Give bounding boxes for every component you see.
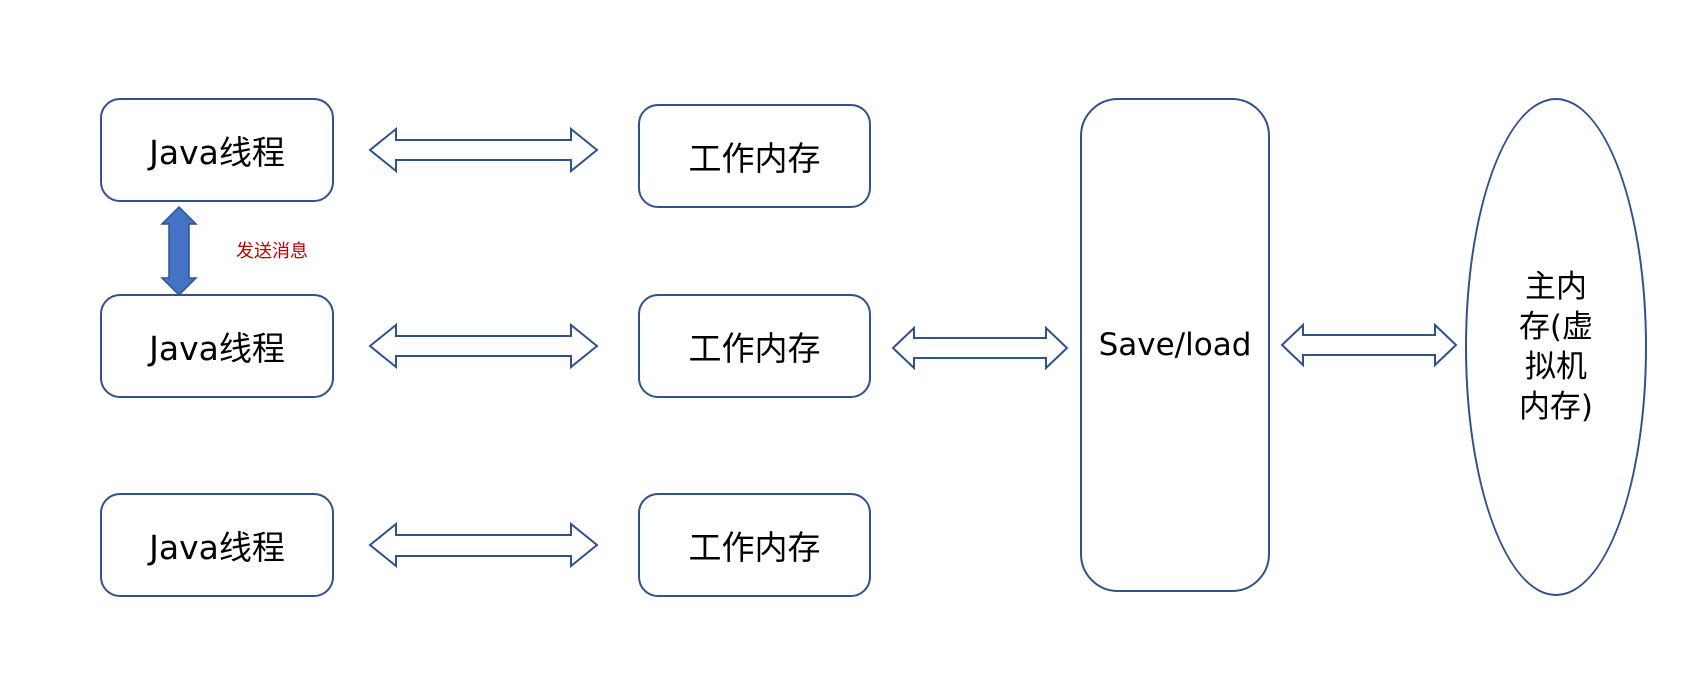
save-load-label: Save/load: [1098, 327, 1252, 363]
save-load-box: Save/load: [1080, 98, 1270, 592]
java-thread-box-2: Java线程: [100, 294, 334, 398]
working-memory-box-2: 工作内存: [638, 294, 871, 398]
working-memory-label-3: 工作内存: [688, 528, 821, 567]
main-memory-ellipse: 主内存(虚拟机内存): [1465, 98, 1647, 596]
double-arrow-thread3-work3: [368, 521, 599, 569]
working-memory-label-1: 工作内存: [688, 139, 821, 178]
java-thread-label-3: Java线程: [149, 528, 285, 567]
java-thread-box-3: Java线程: [100, 493, 334, 597]
double-arrow-saveload-mainmemory: [1280, 322, 1458, 368]
double-arrow-work2-saveload: [891, 325, 1069, 371]
java-thread-label-1: Java线程: [149, 133, 285, 172]
working-memory-label-2: 工作内存: [688, 329, 821, 368]
double-arrow-thread2-work2: [368, 322, 599, 370]
vertical-message-arrow: [160, 205, 198, 297]
java-thread-label-2: Java线程: [149, 329, 285, 368]
jmm-diagram: Java线程 Java线程 Java线程 工作内存 工作内存 工作内存 Save…: [0, 0, 1684, 694]
send-message-label: 发送消息: [236, 241, 308, 262]
working-memory-box-1: 工作内存: [638, 104, 871, 208]
double-arrow-thread1-work1: [368, 126, 599, 174]
main-memory-label: 主内存(虚拟机内存): [1518, 269, 1594, 425]
java-thread-box-1: Java线程: [100, 98, 334, 202]
working-memory-box-3: 工作内存: [638, 493, 871, 597]
